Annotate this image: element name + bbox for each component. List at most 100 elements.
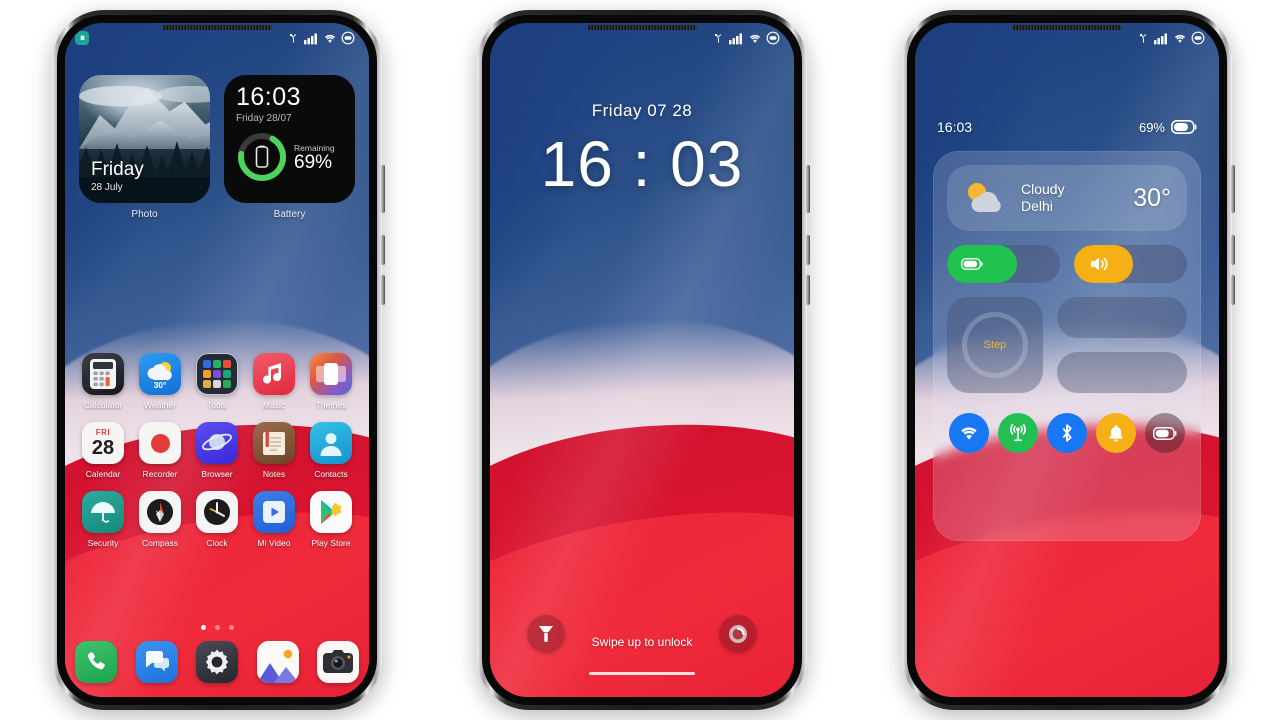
browser-icon[interactable] bbox=[196, 422, 238, 464]
wifi-toggle[interactable] bbox=[949, 413, 989, 453]
phone3-volume-up-button[interactable] bbox=[1231, 235, 1235, 265]
app-tools[interactable]: Tools bbox=[189, 353, 245, 410]
volume-slider[interactable] bbox=[1074, 245, 1187, 283]
camera-icon[interactable] bbox=[317, 641, 359, 683]
mi-video-icon[interactable] bbox=[253, 491, 295, 533]
earpiece-grille bbox=[1012, 25, 1122, 30]
weather-icon[interactable]: 30° bbox=[139, 353, 181, 395]
control-center-battery: 69% bbox=[1139, 120, 1197, 135]
phone1-power-button[interactable] bbox=[381, 165, 385, 213]
app-row-2: FRI 28 Calendar Recorder Browser Notes C… bbox=[75, 422, 359, 479]
signal-bars-icon bbox=[1154, 33, 1167, 44]
page-indicator[interactable] bbox=[65, 625, 369, 630]
messages-icon[interactable] bbox=[135, 641, 178, 683]
app-compass[interactable]: Compass bbox=[132, 491, 188, 548]
app-play-store[interactable]: Play Store bbox=[303, 491, 359, 548]
page-dot-1[interactable] bbox=[200, 625, 206, 630]
phone3-screen[interactable]: 16:03 69% Cloudy Delhi 30° Step bbox=[915, 23, 1219, 697]
phone1-volume-up-button[interactable] bbox=[381, 235, 385, 265]
earpiece-grille bbox=[162, 25, 272, 30]
app-mi-video[interactable]: Mi Video bbox=[246, 491, 302, 548]
compass-icon[interactable] bbox=[139, 491, 181, 533]
gallery-icon[interactable] bbox=[256, 641, 299, 683]
app-label: Calculator bbox=[83, 400, 123, 410]
phone-control-center: 16:03 69% Cloudy Delhi 30° Step bbox=[902, 10, 1235, 710]
photo-widget[interactable]: Friday 28 July Photo bbox=[79, 75, 210, 220]
app-security[interactable]: Security bbox=[75, 491, 131, 548]
app-contacts[interactable]: Contacts bbox=[303, 422, 359, 479]
weather-card[interactable]: Cloudy Delhi 30° bbox=[947, 165, 1187, 231]
ringer-toggle[interactable] bbox=[1096, 413, 1136, 453]
lockscreen-date: Friday 07 28 bbox=[591, 101, 693, 120]
notes-icon[interactable] bbox=[253, 422, 295, 464]
clock-icon[interactable] bbox=[196, 491, 238, 533]
app-notification-icon bbox=[75, 31, 89, 45]
app-browser[interactable]: Browser bbox=[189, 422, 245, 479]
app-label: Notes bbox=[262, 469, 286, 479]
bluetooth-icon bbox=[1062, 424, 1072, 442]
brightness-icon bbox=[961, 258, 983, 270]
app-label: Mi Video bbox=[257, 538, 291, 548]
photo-widget-date: 28 July bbox=[91, 182, 123, 193]
bell-icon bbox=[1109, 425, 1123, 442]
phone2-screen[interactable]: Friday 07 28 16 : 03 Swipe up to unlock bbox=[490, 23, 794, 697]
app-weather[interactable]: 30° Weather bbox=[132, 353, 188, 410]
app-label: Play Store bbox=[311, 538, 351, 548]
hotspot-toggle[interactable] bbox=[998, 413, 1038, 453]
brightness-slider[interactable] bbox=[947, 245, 1060, 283]
app-clock[interactable]: Clock bbox=[189, 491, 245, 548]
battery-saver-toggle[interactable] bbox=[1145, 413, 1185, 453]
battery-icon bbox=[1191, 31, 1205, 45]
svg-text:30°: 30° bbox=[154, 380, 167, 390]
phone3-power-button[interactable] bbox=[1231, 165, 1235, 213]
contacts-icon[interactable] bbox=[310, 422, 352, 464]
settings-gear-icon[interactable] bbox=[196, 641, 238, 683]
scene-root: Friday 28 July Photo 16:03 Friday 28/07 bbox=[0, 0, 1280, 720]
recorder-icon[interactable] bbox=[139, 422, 181, 464]
quick-toggles bbox=[947, 413, 1187, 453]
app-label: Recorder bbox=[142, 469, 178, 479]
swipe-hint-text: Swipe up to unlock bbox=[591, 635, 693, 649]
calculator-icon[interactable] bbox=[82, 353, 124, 395]
battery-widget[interactable]: 16:03 Friday 28/07 Remaining 69% Battery bbox=[224, 75, 355, 220]
phone1-screen[interactable]: Friday 28 July Photo 16:03 Friday 28/07 bbox=[65, 23, 369, 697]
app-music[interactable]: Music bbox=[246, 353, 302, 410]
play-store-icon[interactable] bbox=[310, 491, 352, 533]
app-calculator[interactable]: Calculator bbox=[75, 353, 131, 410]
bluetooth-toggle[interactable] bbox=[1047, 413, 1087, 453]
home-indicator[interactable] bbox=[589, 671, 695, 675]
lockscreen-clock: 16 : 03 bbox=[540, 128, 744, 200]
tools-folder-icon[interactable] bbox=[196, 353, 238, 395]
earpiece-grille bbox=[587, 25, 697, 30]
phone3-volume-down-button[interactable] bbox=[1231, 275, 1235, 305]
app-themes[interactable]: Themes bbox=[303, 353, 359, 410]
app-calendar[interactable]: FRI 28 Calendar bbox=[75, 422, 131, 479]
phone2-power-button[interactable] bbox=[806, 165, 810, 213]
control-center-panel: Cloudy Delhi 30° Step bbox=[933, 151, 1201, 541]
empty-tile-1[interactable] bbox=[1057, 297, 1187, 338]
weather-temperature: 30° bbox=[1133, 183, 1171, 212]
step-tile[interactable]: Step bbox=[947, 297, 1043, 393]
battery-percent-value: 69% bbox=[294, 152, 333, 174]
security-icon[interactable] bbox=[82, 491, 124, 533]
app-recorder[interactable]: Recorder bbox=[132, 422, 188, 479]
battery-icon bbox=[766, 31, 780, 45]
app-label: Contacts bbox=[314, 469, 348, 479]
photo-widget-card[interactable]: Friday 28 July bbox=[79, 75, 210, 203]
wifi-icon bbox=[325, 34, 335, 43]
phone-icon[interactable] bbox=[75, 641, 117, 683]
themes-icon[interactable] bbox=[310, 353, 352, 395]
page-dot-3[interactable] bbox=[228, 625, 234, 630]
battery-widget-card[interactable]: 16:03 Friday 28/07 Remaining 69% bbox=[224, 75, 355, 203]
page-dot-2[interactable] bbox=[214, 625, 220, 630]
wifi-icon bbox=[750, 34, 760, 43]
phone1-volume-down-button[interactable] bbox=[381, 275, 385, 305]
phone-home-screen: Friday 28 July Photo 16:03 Friday 28/07 bbox=[52, 10, 385, 710]
calendar-icon[interactable]: FRI 28 bbox=[82, 422, 124, 464]
phone2-volume-down-button[interactable] bbox=[806, 275, 810, 305]
app-label: Security bbox=[87, 538, 119, 548]
music-icon[interactable] bbox=[253, 353, 295, 395]
app-notes[interactable]: Notes bbox=[246, 422, 302, 479]
empty-tile-2[interactable] bbox=[1057, 352, 1187, 393]
phone2-volume-up-button[interactable] bbox=[806, 235, 810, 265]
